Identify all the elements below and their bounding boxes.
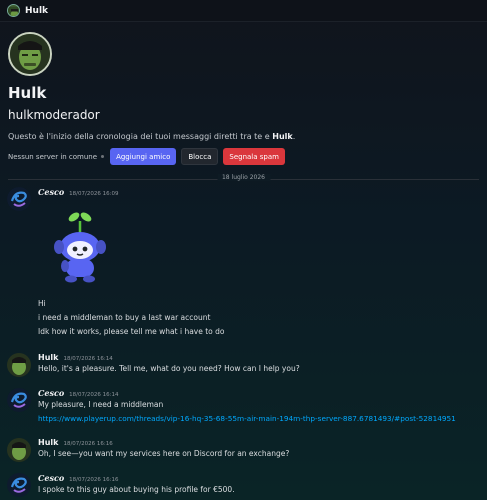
message-timestamp: 18/07/2026 16:14 (69, 392, 119, 398)
profile-intro: Hulk hulkmoderador Questo è l'inizio del… (0, 22, 487, 165)
message-timestamp: 18/07/2026 16:16 (69, 477, 119, 483)
cesco-avatar-icon[interactable] (7, 187, 31, 211)
message-timestamp: 18/07/2026 16:14 (63, 356, 113, 362)
add-friend-button[interactable]: Aggiungi amico (110, 148, 177, 165)
message-author[interactable]: Cesco (38, 473, 64, 483)
message-header: Cesco 18/07/2026 16:14 (38, 388, 479, 398)
message-body: Hi i need a middleman to buy a last war … (38, 299, 479, 337)
message-author[interactable]: Hulk (38, 438, 58, 447)
message-text: Idk how it works, please tell me what i … (38, 327, 225, 336)
dm-title: Hulk (25, 5, 49, 16)
intro-suffix: . (292, 132, 296, 141)
mutual-servers-label: Nessun server in comune (8, 152, 98, 161)
message-header: Hulk 18/07/2026 16:16 (38, 438, 479, 447)
wumpus-sprout-sticker-icon (54, 212, 106, 283)
profile-actions: Nessun server in comune Aggiungi amico B… (8, 148, 479, 165)
message: Cesco 18/07/2026 16:14 My pleasure, I ne… (0, 388, 487, 424)
hulk-avatar-icon[interactable] (7, 353, 31, 377)
date-divider: 18 luglio 2026 (0, 172, 487, 186)
dm-header: Hulk (0, 0, 487, 22)
hulk-avatar-icon[interactable] (7, 438, 31, 462)
message-header: Hulk 18/07/2026 16:14 (38, 353, 479, 362)
message-header: Cesco 18/07/2026 16:09 (38, 187, 479, 197)
message: Cesco 18/07/2026 16:16 I spoke to this g… (0, 473, 487, 497)
message-header: Cesco 18/07/2026 16:16 (38, 473, 479, 483)
report-spam-button[interactable]: Segnala spam (223, 148, 285, 165)
message-text: Hi (38, 299, 46, 308)
message: Cesco 18/07/2026 16:09 Hi i need a middl… (0, 187, 487, 337)
message-timestamp: 18/07/2026 16:16 (63, 441, 113, 447)
message-text: Hello, it's a pleasure. Tell me, what do… (38, 364, 300, 373)
intro-name: Hulk (272, 132, 293, 141)
message-author[interactable]: Cesco (38, 388, 64, 398)
message-author[interactable]: Hulk (38, 353, 58, 362)
separator-dot (101, 155, 105, 158)
message: Hulk 18/07/2026 16:14 Hello, it's a plea… (0, 353, 487, 377)
message-author[interactable]: Cesco (38, 187, 64, 197)
message-text: Oh, I see—you want my services here on D… (38, 449, 290, 458)
hulk-avatar-small-icon[interactable] (7, 4, 20, 17)
hulk-avatar-large-icon[interactable] (8, 32, 52, 76)
message: Hulk 18/07/2026 16:16 Oh, I see—you want… (0, 438, 487, 462)
message-text: i need a middleman to buy a last war acc… (38, 313, 211, 322)
cesco-avatar-icon[interactable] (7, 473, 31, 497)
message-link[interactable]: https://www.playerup.com/threads/vip-16-… (38, 414, 479, 424)
message-text: I spoke to this guy about buying his pro… (38, 485, 235, 494)
profile-display-name: Hulk (8, 84, 47, 102)
cesco-avatar-icon[interactable] (7, 388, 31, 412)
date-divider-label: 18 luglio 2026 (216, 174, 271, 181)
sticker[interactable] (38, 197, 479, 293)
profile-username: hulkmoderador (8, 108, 100, 122)
message-text: My pleasure, I need a middleman (38, 400, 164, 409)
intro-text: Questo è l'inizio della cronologia dei t… (8, 132, 273, 141)
block-button[interactable]: Blocca (181, 148, 219, 165)
dm-history-intro: Questo è l'inizio della cronologia dei t… (8, 132, 479, 141)
